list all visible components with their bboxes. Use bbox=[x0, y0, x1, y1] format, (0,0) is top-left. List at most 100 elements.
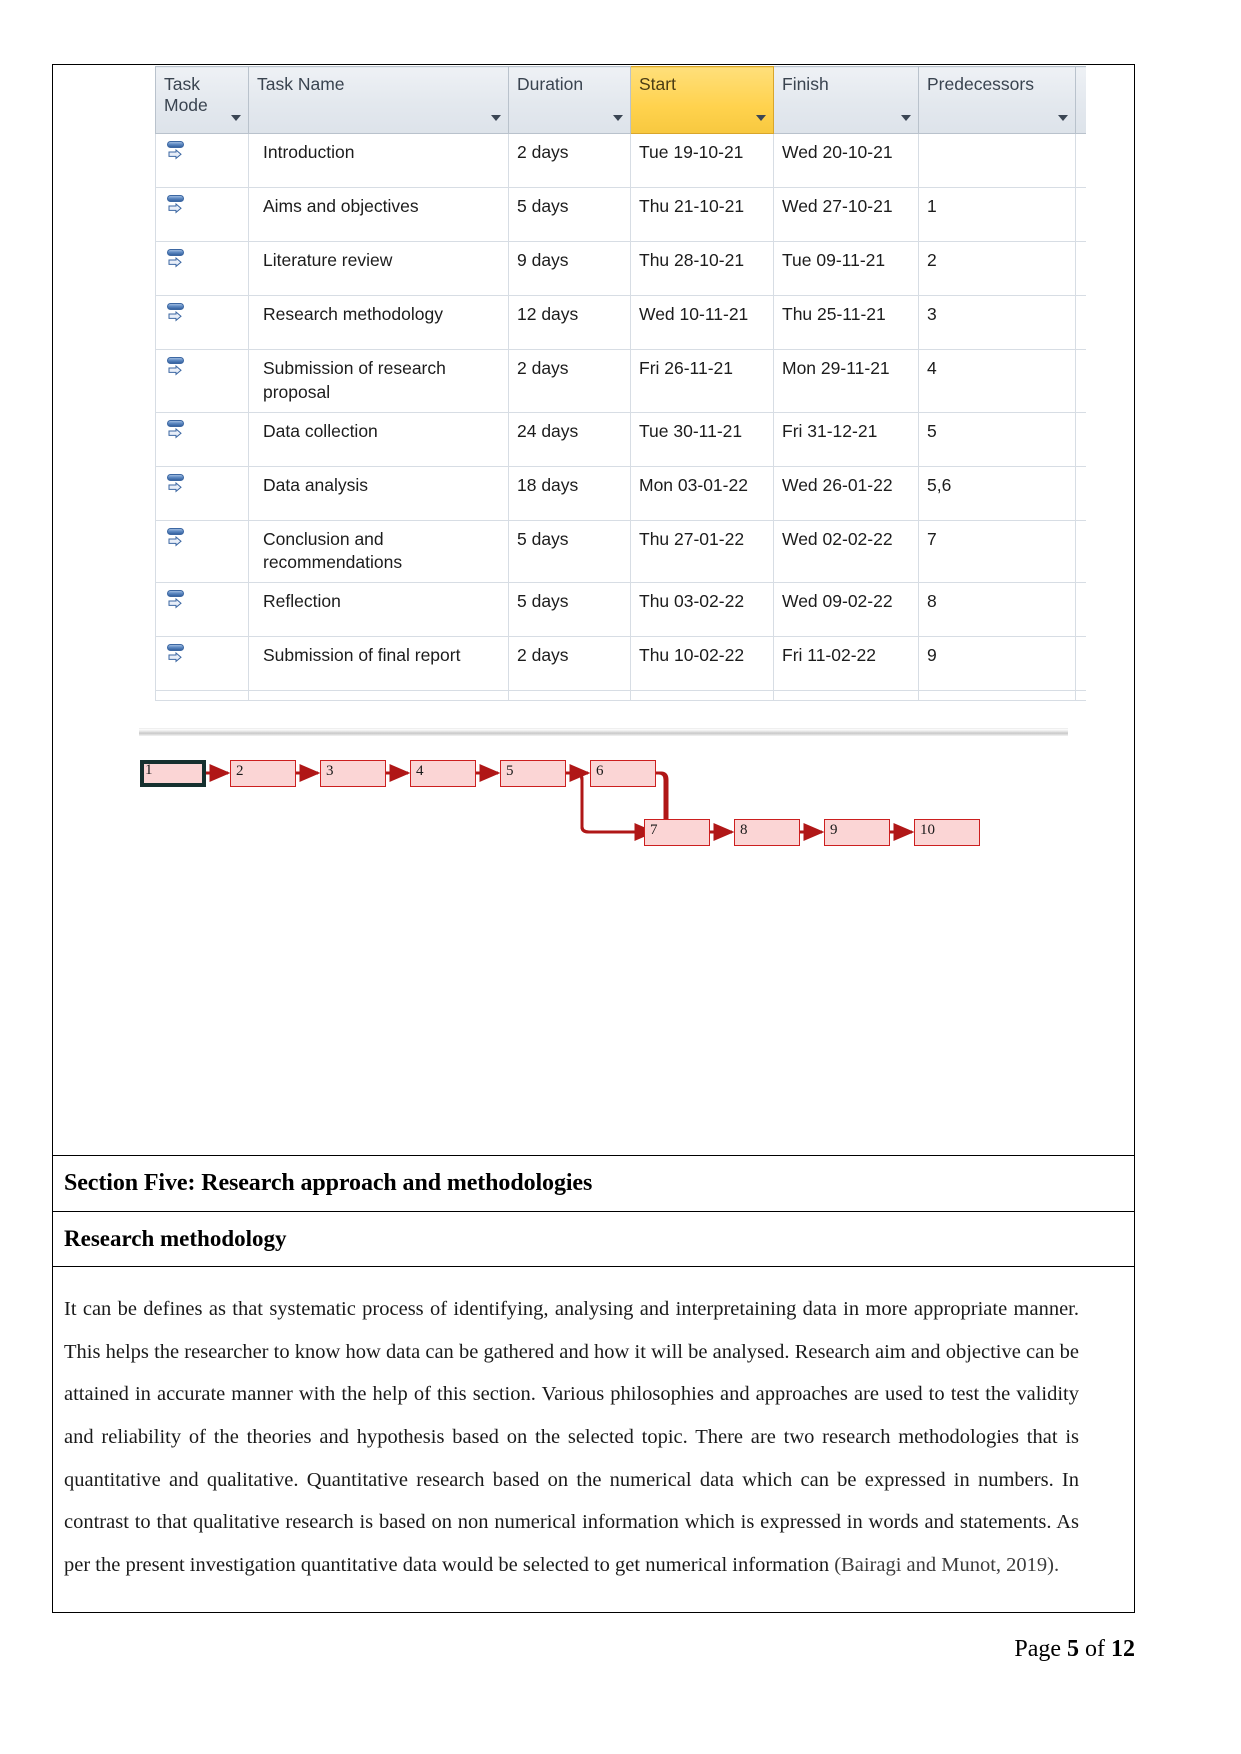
ms-project-task-grid[interactable]: Task Mode Task Name Duration Start Finis… bbox=[155, 65, 1086, 741]
column-header-predecessors[interactable]: Predecessors bbox=[918, 65, 1076, 135]
table-row[interactable]: Data collection 24 days Tue 30-11-21 Fri… bbox=[155, 411, 1086, 467]
cell-duration[interactable]: 2 days bbox=[508, 635, 631, 691]
cell-duration[interactable]: 18 days bbox=[508, 465, 631, 521]
chevron-down-icon[interactable] bbox=[756, 115, 766, 122]
cell-finish[interactable]: Tue 09-11-21 bbox=[773, 241, 919, 297]
cell-task-mode[interactable] bbox=[155, 465, 249, 521]
network-node[interactable]: 10 bbox=[914, 819, 980, 846]
chevron-down-icon[interactable] bbox=[901, 115, 911, 122]
table-row[interactable]: Aims and objectives 5 days Thu 21-10-21 … bbox=[155, 187, 1086, 243]
cell-start[interactable]: Wed 10-11-21 bbox=[630, 295, 774, 351]
cell-predecessors[interactable]: 7 bbox=[918, 519, 1076, 583]
cell-start[interactable]: Thu 27-01-22 bbox=[630, 519, 774, 583]
cell-task-mode[interactable] bbox=[155, 187, 249, 243]
cell-task-name[interactable]: Conclusion and recommendations bbox=[248, 519, 509, 583]
cell-finish[interactable]: Wed 27-10-21 bbox=[773, 187, 919, 243]
cell-predecessors[interactable]: 5 bbox=[918, 411, 1076, 467]
cell-predecessors[interactable]: 4 bbox=[918, 349, 1076, 413]
table-row[interactable]: Research methodology 12 days Wed 10-11-2… bbox=[155, 295, 1086, 351]
column-header-start[interactable]: Start bbox=[630, 65, 774, 135]
network-node[interactable]: 8 bbox=[734, 819, 800, 846]
chevron-down-icon[interactable] bbox=[231, 115, 241, 122]
cell-predecessors[interactable]: 2 bbox=[918, 241, 1076, 297]
table-row[interactable]: Reflection 5 days Thu 03-02-22 Wed 09-02… bbox=[155, 581, 1086, 637]
cell-task-name[interactable]: Introduction bbox=[248, 133, 509, 189]
cell-finish[interactable]: Wed 20-10-21 bbox=[773, 133, 919, 189]
cell-start[interactable]: Tue 19-10-21 bbox=[630, 133, 774, 189]
body-paragraph: It can be defines as that systematic pro… bbox=[64, 1288, 1079, 1586]
cell-finish[interactable]: Mon 29-11-21 bbox=[773, 349, 919, 413]
cell-start[interactable]: Fri 26-11-21 bbox=[630, 349, 774, 413]
network-node[interactable]: 1 bbox=[140, 760, 206, 787]
column-header-duration[interactable]: Duration bbox=[508, 65, 631, 135]
cell-start[interactable]: Mon 03-01-22 bbox=[630, 465, 774, 521]
chevron-down-icon[interactable] bbox=[1058, 115, 1068, 122]
cell-start[interactable]: Thu 03-02-22 bbox=[630, 581, 774, 637]
cell-task-name[interactable]: Data collection bbox=[248, 411, 509, 467]
chevron-down-icon[interactable] bbox=[613, 115, 623, 122]
table-row[interactable]: Submission of research proposal 2 days F… bbox=[155, 349, 1086, 413]
cell-task-name[interactable]: Reflection bbox=[248, 581, 509, 637]
cell-task-mode[interactable] bbox=[155, 635, 249, 691]
table-row[interactable]: Conclusion and recommendations 5 days Th… bbox=[155, 519, 1086, 583]
cell-predecessors[interactable]: 5,6 bbox=[918, 465, 1076, 521]
cell-predecessors[interactable]: 8 bbox=[918, 581, 1076, 637]
cell-task-name[interactable]: Submission of final report bbox=[248, 635, 509, 691]
cell-duration[interactable]: 24 days bbox=[508, 411, 631, 467]
cell-duration[interactable]: 2 days bbox=[508, 349, 631, 413]
cell-finish[interactable]: Fri 31-12-21 bbox=[773, 411, 919, 467]
table-row[interactable]: Literature review 9 days Thu 28-10-21 Tu… bbox=[155, 241, 1086, 297]
cell-task-mode[interactable] bbox=[155, 349, 249, 413]
network-node[interactable]: 3 bbox=[320, 760, 386, 787]
cell-task-name[interactable]: Literature review bbox=[248, 241, 509, 297]
network-node[interactable]: 5 bbox=[500, 760, 566, 787]
cell-start[interactable]: Thu 10-02-22 bbox=[630, 635, 774, 691]
table-row[interactable]: Introduction 2 days Tue 19-10-21 Wed 20-… bbox=[155, 133, 1086, 189]
cell-duration[interactable]: 12 days bbox=[508, 295, 631, 351]
cell-predecessors[interactable]: 9 bbox=[918, 635, 1076, 691]
column-header-task-name[interactable]: Task Name bbox=[248, 65, 509, 135]
table-row[interactable]: Submission of final report 2 days Thu 10… bbox=[155, 635, 1086, 691]
cell-task-name[interactable]: Research methodology bbox=[248, 295, 509, 351]
network-node[interactable]: 9 bbox=[824, 819, 890, 846]
cell-task-name[interactable]: Data analysis bbox=[248, 465, 509, 521]
cell-predecessors[interactable]: 1 bbox=[918, 187, 1076, 243]
network-node-label: 8 bbox=[740, 822, 748, 838]
chevron-down-icon[interactable] bbox=[491, 115, 501, 122]
cell-task-mode[interactable] bbox=[155, 295, 249, 351]
network-node[interactable]: 7 bbox=[644, 819, 710, 846]
network-node[interactable]: 2 bbox=[230, 760, 296, 787]
cell-start[interactable]: Thu 28-10-21 bbox=[630, 241, 774, 297]
cell-duration[interactable]: 2 days bbox=[508, 133, 631, 189]
cell-task-mode[interactable] bbox=[155, 411, 249, 467]
network-node[interactable]: 6 bbox=[590, 760, 656, 787]
cell-finish[interactable]: Wed 02-02-22 bbox=[773, 519, 919, 583]
cell-task-mode[interactable] bbox=[155, 133, 249, 189]
cell-duration[interactable]: 5 days bbox=[508, 187, 631, 243]
cell-predecessors[interactable]: 3 bbox=[918, 295, 1076, 351]
cell-predecessors[interactable] bbox=[918, 133, 1076, 189]
cell-finish[interactable]: Thu 25-11-21 bbox=[773, 295, 919, 351]
cell-task-mode[interactable] bbox=[155, 519, 249, 583]
cell-duration[interactable]: 5 days bbox=[508, 519, 631, 583]
citation: (Bairagi and Munot, 2019). bbox=[834, 1553, 1060, 1576]
cell-task-name[interactable]: Aims and objectives bbox=[248, 187, 509, 243]
cell-finish[interactable]: Wed 09-02-22 bbox=[773, 581, 919, 637]
cell-finish[interactable]: Wed 26-01-22 bbox=[773, 465, 919, 521]
table-row[interactable]: Data analysis 18 days Mon 03-01-22 Wed 2… bbox=[155, 465, 1086, 521]
column-header-task-mode[interactable]: Task Mode bbox=[155, 65, 249, 135]
cell-task-name[interactable]: Submission of research proposal bbox=[248, 349, 509, 413]
section-heading-row: Section Five: Research approach and meth… bbox=[52, 1155, 1135, 1212]
cell-finish[interactable]: Fri 11-02-22 bbox=[773, 635, 919, 691]
cell-task-mode[interactable] bbox=[155, 581, 249, 637]
column-header-finish[interactable]: Finish bbox=[773, 65, 919, 135]
cell-task-mode[interactable] bbox=[155, 241, 249, 297]
pane-splitter[interactable] bbox=[139, 728, 1068, 736]
network-diagram[interactable]: 1 2 3 4 5 6 7 8 9 10 bbox=[139, 742, 1069, 862]
table-row-empty[interactable] bbox=[155, 689, 1086, 701]
cell-start[interactable]: Thu 21-10-21 bbox=[630, 187, 774, 243]
cell-start[interactable]: Tue 30-11-21 bbox=[630, 411, 774, 467]
cell-duration[interactable]: 9 days bbox=[508, 241, 631, 297]
network-node[interactable]: 4 bbox=[410, 760, 476, 787]
cell-duration[interactable]: 5 days bbox=[508, 581, 631, 637]
